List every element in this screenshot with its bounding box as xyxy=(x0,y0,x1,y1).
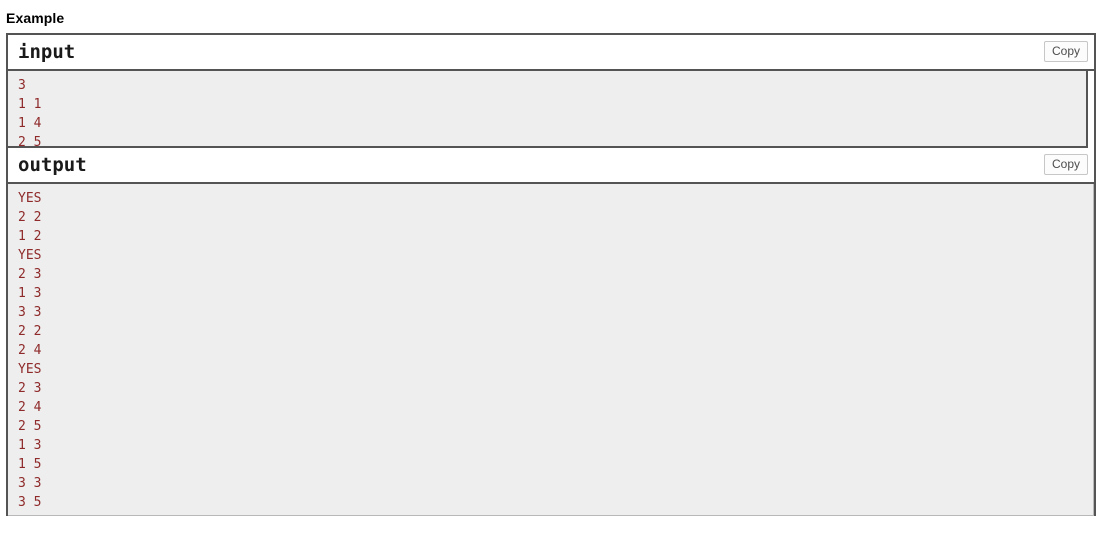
page-title: Example xyxy=(6,10,65,26)
output-block: output Copy YES 2 2 1 2 YES 2 3 1 3 3 3 … xyxy=(8,148,1094,516)
input-title-row: input Copy xyxy=(8,35,1094,71)
input-title: input xyxy=(18,41,76,63)
output-title: output xyxy=(18,154,87,176)
sample-test: input Copy 3 1 1 1 4 2 5 output Copy YES… xyxy=(6,33,1096,516)
input-content: 3 1 1 1 4 2 5 xyxy=(8,71,1088,148)
example-page: Example input Copy 3 1 1 1 4 2 5 output … xyxy=(0,0,1104,544)
copy-output-button[interactable]: Copy xyxy=(1043,154,1088,175)
output-content: YES 2 2 1 2 YES 2 3 1 3 3 3 2 2 2 4 YES … xyxy=(8,184,1094,516)
copy-input-button[interactable]: Copy xyxy=(1043,41,1088,62)
output-title-row: output Copy xyxy=(8,148,1094,184)
input-block: input Copy 3 1 1 1 4 2 5 xyxy=(8,35,1094,148)
sample-tests-container: input Copy 3 1 1 1 4 2 5 output Copy YES… xyxy=(6,33,1096,516)
